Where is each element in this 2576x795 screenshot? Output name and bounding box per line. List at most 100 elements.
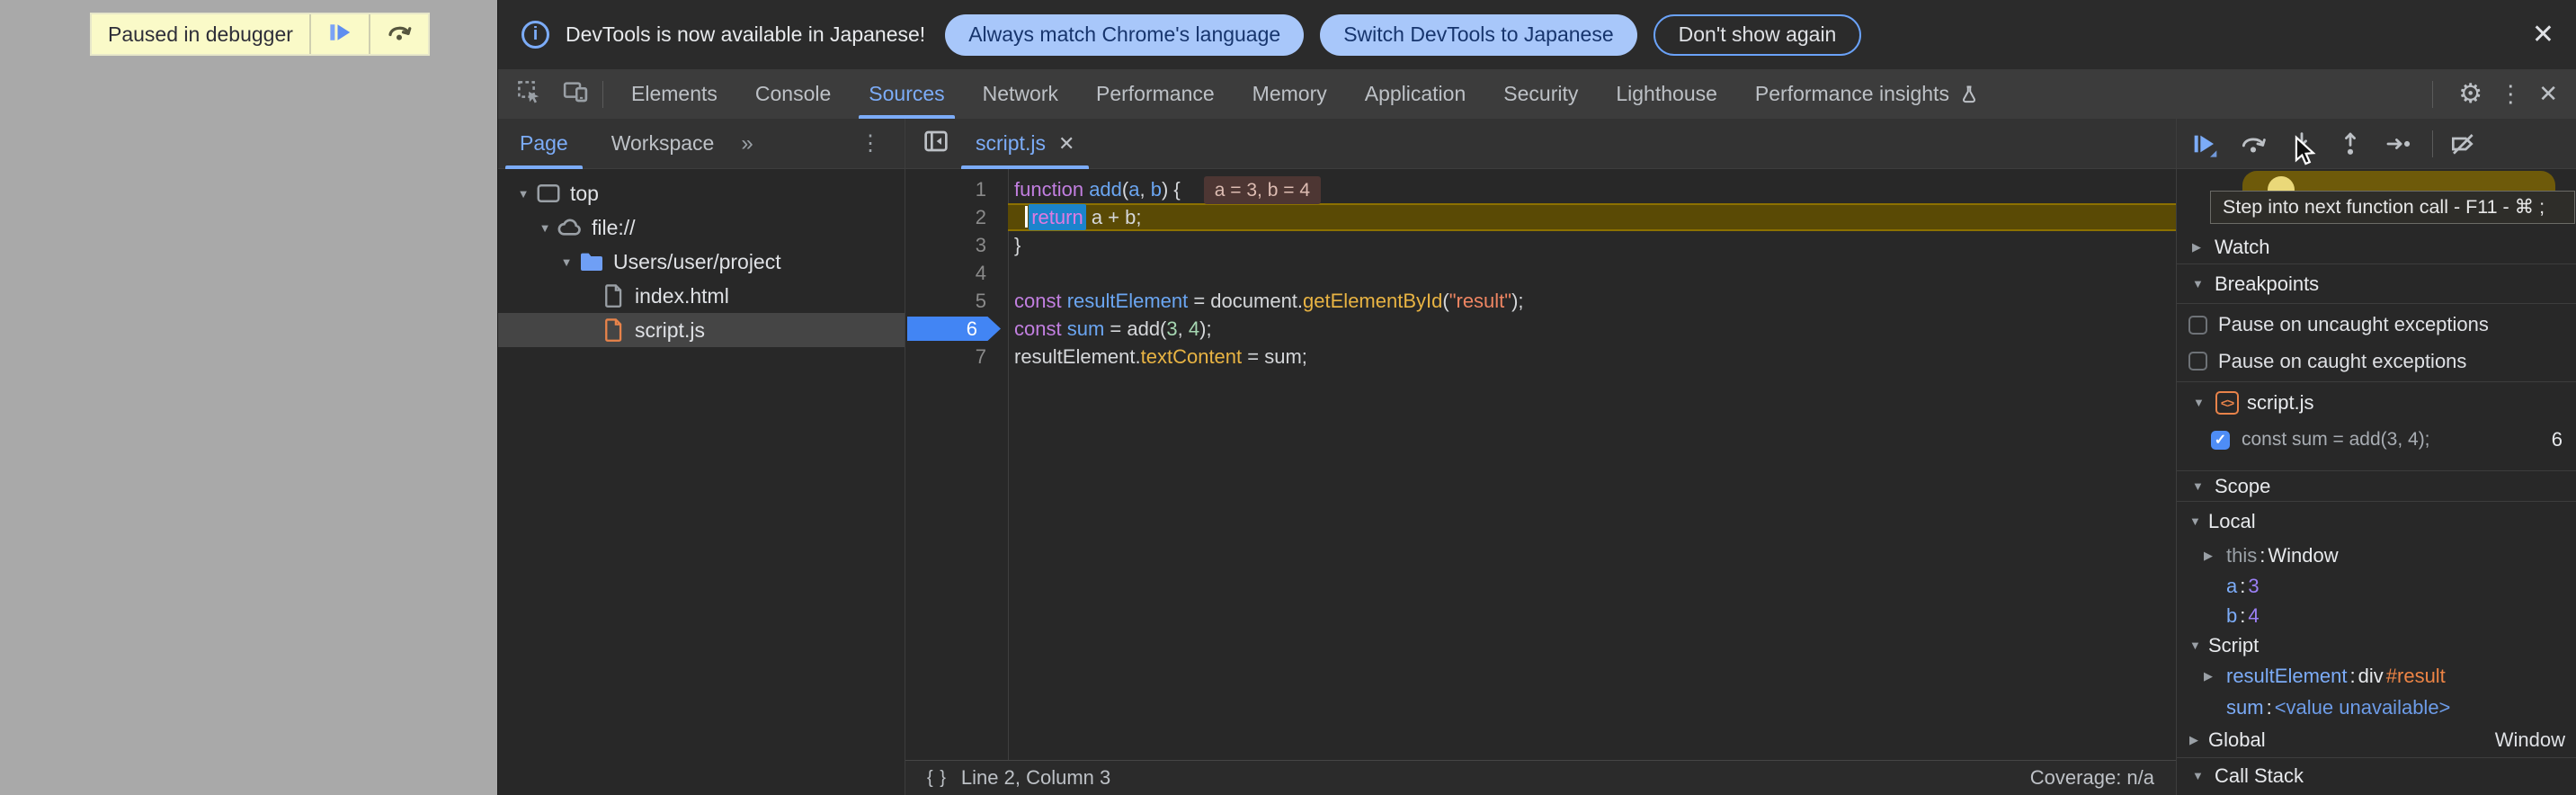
scope-group-value: Window: [2495, 728, 2565, 752]
resume-script-button[interactable]: [309, 14, 369, 54]
hide-navigator-icon: [922, 127, 950, 160]
line-number[interactable]: 3: [905, 231, 1008, 259]
code-line-1[interactable]: 1function add(a, b) {a = 3, b = 4: [905, 175, 2176, 203]
editor-tab-scriptjs[interactable]: script.js ✕: [958, 119, 1092, 169]
token-pl: = document.: [1188, 290, 1303, 312]
scope-group-label: Global: [2208, 728, 2266, 752]
scope-var-resultelement[interactable]: ▶resultElement: div#result: [2177, 660, 2576, 692]
code-line-2[interactable]: 2 return a + b;: [905, 203, 2176, 231]
scope-var-name: resultElement: [2226, 665, 2348, 688]
code-line-3[interactable]: 3}: [905, 231, 2176, 259]
pretty-print-icon[interactable]: { }: [927, 768, 947, 789]
resume-icon: [2190, 129, 2219, 159]
tree-item-file-[interactable]: ▼file://: [498, 210, 905, 245]
code-line-6[interactable]: 66const sum = add(3, 4);: [905, 315, 2176, 343]
scope-var-a[interactable]: a: 3: [2177, 571, 2576, 601]
chevron-down-icon: ▼: [2192, 479, 2206, 493]
scope-group-script[interactable]: ▼Script: [2177, 630, 2576, 660]
chevron-down-icon[interactable]: ▼: [556, 255, 577, 269]
scope-var-this[interactable]: ▶this: Window: [2177, 540, 2576, 571]
chevron-right-icon[interactable]: ▶: [2189, 733, 2204, 747]
tree-item-users-user-project[interactable]: ▼Users/user/project: [498, 245, 905, 279]
code-line-5[interactable]: 5const resultElement = document.getEleme…: [905, 287, 2176, 315]
breakpoint-entry[interactable]: ✓const sum = add(3, 4);6: [2177, 423, 2576, 457]
scope-var-sum[interactable]: sum: <value unavailable>: [2177, 692, 2576, 723]
chevron-down-icon[interactable]: ▼: [2189, 514, 2204, 528]
line-number[interactable]: 1: [905, 175, 1008, 203]
tree-item-script-js[interactable]: script.js: [498, 313, 905, 347]
scope-group-local[interactable]: ▼Local: [2177, 502, 2576, 540]
checkbox[interactable]: [2188, 352, 2207, 371]
breakpoints-section-header[interactable]: ▼ Breakpoints: [2177, 264, 2576, 303]
devtools-window: i DevTools is now available in Japanese!…: [497, 0, 2576, 795]
infobar-close-icon[interactable]: ✕: [2532, 22, 2554, 49]
deactivate-breakpoints-button[interactable]: [2446, 126, 2480, 162]
device-toolbar-icon: [562, 78, 589, 111]
line-number[interactable]: 7: [905, 343, 1008, 371]
switch-to-japanese-button[interactable]: Switch DevTools to Japanese: [1320, 14, 1636, 56]
breakpoint-code: const sum = add(3, 4);: [2242, 429, 2430, 451]
hide-navigator-button[interactable]: [920, 128, 952, 160]
step-over-page-button[interactable]: [369, 14, 428, 54]
token-nu: 3: [1166, 317, 1177, 340]
tab-elements[interactable]: Elements: [612, 69, 736, 119]
settings-gear-icon[interactable]: ⚙: [2458, 78, 2482, 110]
watch-section-header[interactable]: ▶ Watch: [2177, 230, 2576, 264]
scope-group-global[interactable]: ▶ Global Window: [2177, 723, 2576, 757]
scope-colon: :: [2350, 665, 2356, 688]
navigator-kebab-icon[interactable]: ⋮: [860, 130, 905, 156]
tab-memory[interactable]: Memory: [1234, 69, 1346, 119]
scope-section-header[interactable]: ▼ Scope: [2177, 471, 2576, 501]
line-number[interactable]: 5: [905, 287, 1008, 315]
inspect-element-button[interactable]: [511, 76, 547, 112]
tab-workspace[interactable]: Workspace: [590, 119, 736, 169]
dont-show-again-button[interactable]: Don't show again: [1653, 14, 1862, 56]
tab-label: Elements: [631, 82, 718, 106]
tabbar-divider: [602, 81, 603, 108]
editor-tab-close-icon[interactable]: ✕: [1058, 132, 1074, 156]
chevron-right-icon[interactable]: ▶: [2204, 669, 2224, 683]
tab-sources[interactable]: Sources: [850, 69, 963, 119]
always-match-language-button[interactable]: Always match Chrome's language: [945, 14, 1304, 56]
tab-lighthouse[interactable]: Lighthouse: [1597, 69, 1736, 119]
chevron-down-icon[interactable]: ▼: [2189, 639, 2204, 652]
step-button[interactable]: [2382, 126, 2416, 162]
scope-var-b[interactable]: b: 4: [2177, 601, 2576, 630]
tab-performance-insights[interactable]: Performance insights: [1736, 69, 1999, 119]
breakpoint-checkbox[interactable]: ✓: [2211, 431, 2230, 450]
resume-button[interactable]: [2188, 126, 2222, 162]
step-over-button[interactable]: [2236, 126, 2270, 162]
tab-performance[interactable]: Performance: [1077, 69, 1234, 119]
token-kwsel: return: [1029, 204, 1085, 230]
tree-item-top[interactable]: ▼top: [498, 176, 905, 210]
breakpoint-file-name: script.js: [2247, 391, 2314, 415]
chevron-down-icon[interactable]: ▼: [2193, 396, 2207, 409]
call-stack-section-header[interactable]: ▼ Call Stack: [2177, 758, 2576, 793]
code-area[interactable]: 1function add(a, b) {a = 3, b = 42 retur…: [905, 169, 2176, 760]
chevron-down-icon[interactable]: ▼: [534, 221, 556, 235]
tab-page[interactable]: Page: [498, 119, 590, 169]
checkbox-row-pause-on-caught-exceptions: Pause on caught exceptions: [2177, 345, 2576, 377]
tab-application[interactable]: Application: [1346, 69, 1485, 119]
tab-security[interactable]: Security: [1484, 69, 1597, 119]
tab-network[interactable]: Network: [964, 69, 1077, 119]
checkbox[interactable]: [2188, 316, 2207, 335]
customize-devtools-kebab-icon[interactable]: ⋮: [2499, 80, 2522, 108]
code-line-4[interactable]: 4: [905, 259, 2176, 287]
tab-console[interactable]: Console: [736, 69, 850, 119]
step-out-button[interactable]: [2333, 126, 2367, 162]
toggle-device-toolbar-button[interactable]: [557, 76, 593, 112]
step-icon: [2384, 130, 2413, 158]
chevron-down-icon[interactable]: ▼: [513, 187, 534, 201]
tree-item-index-html[interactable]: index.html: [498, 279, 905, 313]
more-tabs-icon[interactable]: »: [735, 131, 758, 156]
line-number[interactable]: 2: [905, 203, 1008, 231]
line-number[interactable]: 4: [905, 259, 1008, 287]
scope-colon: :: [2240, 604, 2245, 628]
close-devtools-icon[interactable]: ✕: [2538, 80, 2558, 108]
chevron-right-icon[interactable]: ▶: [2204, 549, 2224, 563]
line-number[interactable]: 6: [905, 315, 1008, 343]
breakpoint-file-group[interactable]: ▼<>script.js: [2177, 382, 2576, 423]
tab-label: Application: [1365, 82, 1466, 106]
code-line-7[interactable]: 7resultElement.textContent = sum;: [905, 343, 2176, 371]
